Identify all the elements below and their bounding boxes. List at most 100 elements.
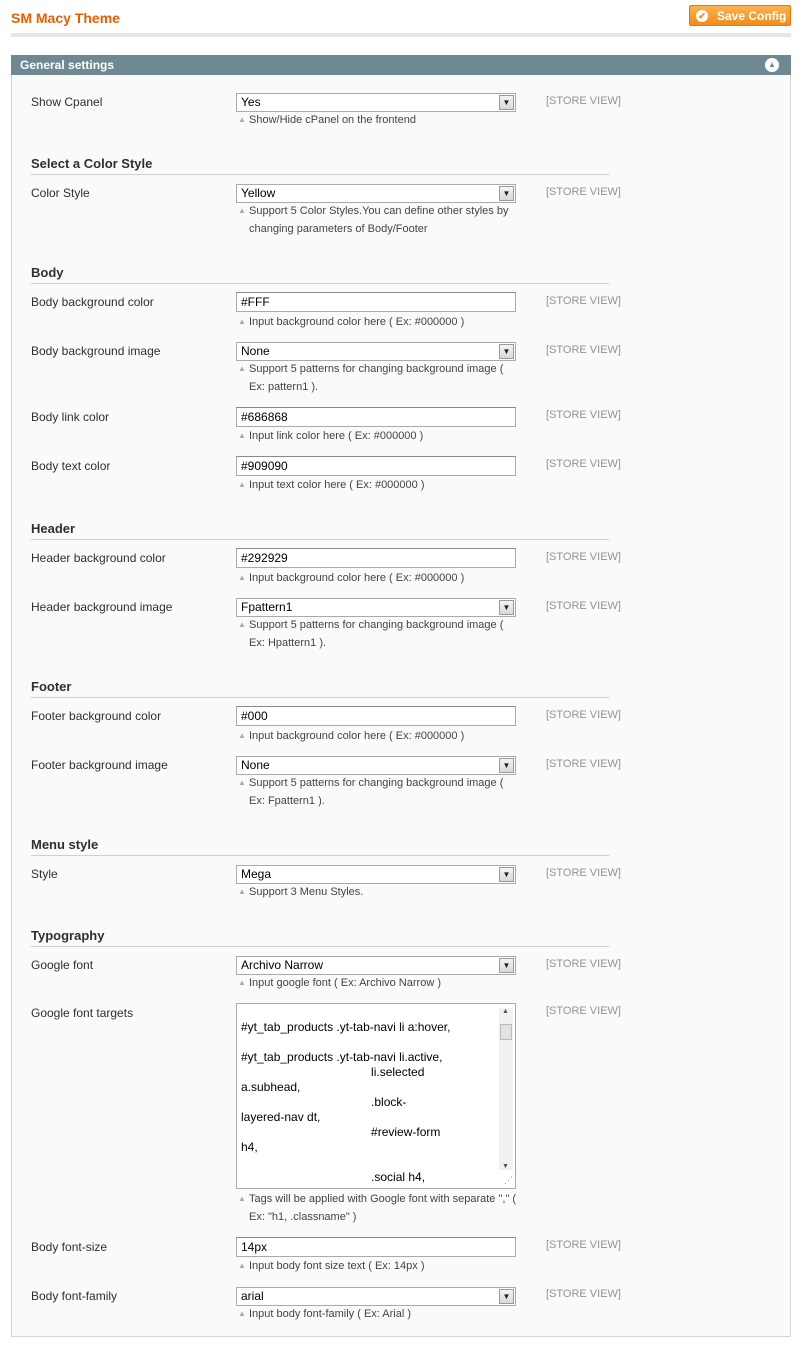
color-style-note: ▲ Support 5 Color Styles.You can define o… xyxy=(238,202,528,238)
scope-label: [STORE VIEW] xyxy=(546,95,621,107)
menu-style-value: Mega xyxy=(241,867,272,881)
scope-label: [STORE VIEW] xyxy=(546,186,621,198)
body-link-color-label: Body link color xyxy=(31,410,110,424)
scope-label: [STORE VIEW] xyxy=(546,551,621,563)
triangle-icon: ▲ xyxy=(238,731,246,740)
color-style-select[interactable]: Yellow ▼ xyxy=(236,184,516,203)
footer-bg-image-select[interactable]: None ▼ xyxy=(236,756,516,775)
triangle-icon: ▲ xyxy=(238,115,246,124)
google-font-targets-note: ▲ Tags will be applied with Google font w… xyxy=(238,1190,528,1226)
body-bg-color-label: Body background color xyxy=(31,295,154,309)
collapse-icon[interactable]: ▲ xyxy=(765,58,779,72)
scope-label: [STORE VIEW] xyxy=(546,958,621,970)
chevron-down-icon: ▼ xyxy=(499,867,514,882)
triangle-icon: ▲ xyxy=(238,778,246,787)
section-color-style: Select a Color Style xyxy=(31,156,609,175)
body-font-family-select[interactable]: arial ▼ xyxy=(236,1287,516,1306)
triangle-icon: ▲ xyxy=(238,887,246,896)
scope-label: [STORE VIEW] xyxy=(546,295,621,307)
scope-label: [STORE VIEW] xyxy=(546,1005,621,1017)
body-bg-image-select[interactable]: None ▼ xyxy=(236,342,516,361)
body-bg-image-value: None xyxy=(241,344,270,358)
title-divider xyxy=(11,33,791,37)
footer-bg-image-value: None xyxy=(241,758,270,772)
google-font-note: ▲ Input google font ( Ex: Archivo Narrow … xyxy=(238,974,528,992)
triangle-icon: ▲ xyxy=(238,480,246,489)
body-text-color-note: ▲ Input text color here ( Ex: #000000 ) xyxy=(238,476,528,494)
triangle-icon: ▲ xyxy=(238,317,246,326)
google-font-select[interactable]: Archivo Narrow ▼ xyxy=(236,956,516,975)
header-bg-color-label: Header background color xyxy=(31,551,166,565)
show-cpanel-label: Show Cpanel xyxy=(31,95,103,109)
scope-label: [STORE VIEW] xyxy=(546,600,621,612)
body-bg-color-input[interactable] xyxy=(236,292,516,312)
body-font-size-note: ▲ Input body font size text ( Ex: 14px ) xyxy=(238,1257,528,1275)
chevron-down-icon: ▼ xyxy=(499,758,514,773)
google-font-targets-textarea[interactable]: #yt_tab_products .yt-tab-navi li a:hover… xyxy=(236,1003,516,1189)
body-font-family-label: Body font-family xyxy=(31,1289,118,1303)
menu-style-select[interactable]: Mega ▼ xyxy=(236,865,516,884)
google-font-label: Google font xyxy=(31,958,94,972)
general-settings-header[interactable]: General settings ▲ xyxy=(11,55,791,75)
show-cpanel-select[interactable]: Yes ▼ xyxy=(236,93,516,112)
body-bg-image-note: ▲ Support 5 patterns for changing backgro… xyxy=(238,360,528,396)
menu-style-label: Style xyxy=(31,867,58,881)
section-footer: Footer xyxy=(31,679,609,698)
scope-label: [STORE VIEW] xyxy=(546,458,621,470)
resize-grip-icon[interactable]: ⋰ xyxy=(504,1175,513,1186)
save-config-label: Save Config xyxy=(717,8,787,23)
footer-bg-color-input[interactable] xyxy=(236,706,516,726)
section-menu-style: Menu style xyxy=(31,837,609,856)
header-bg-image-value: Fpattern1 xyxy=(241,600,293,614)
panel-title: General settings xyxy=(20,58,115,72)
section-header: Header xyxy=(31,521,609,540)
body-font-family-note: ▲ Input body font-family ( Ex: Arial ) xyxy=(238,1305,528,1323)
body-font-size-input[interactable] xyxy=(236,1237,516,1257)
body-text-color-label: Body text color xyxy=(31,459,111,473)
checkmark-icon: ✔ xyxy=(696,9,708,22)
google-font-value: Archivo Narrow xyxy=(241,958,324,972)
footer-bg-color-label: Footer background color xyxy=(31,709,162,723)
show-cpanel-note: ▲ Show/Hide cPanel on the frontend xyxy=(238,111,528,129)
scroll-up-icon[interactable]: ▲ xyxy=(502,1008,509,1015)
scrollbar-thumb[interactable] xyxy=(500,1024,512,1040)
body-bg-color-note: ▲ Input background color here ( Ex: #0000… xyxy=(238,313,528,331)
scroll-down-icon[interactable]: ▼ xyxy=(502,1163,509,1170)
scope-label: [STORE VIEW] xyxy=(546,867,621,879)
chevron-down-icon: ▼ xyxy=(499,600,514,615)
show-cpanel-value: Yes xyxy=(241,95,261,109)
footer-bg-image-label: Footer background image xyxy=(31,758,168,772)
scope-label: [STORE VIEW] xyxy=(546,409,621,421)
body-text-color-input[interactable] xyxy=(236,456,516,476)
body-font-size-label: Body font-size xyxy=(31,1240,108,1254)
scope-label: [STORE VIEW] xyxy=(546,344,621,356)
header-bg-color-input[interactable] xyxy=(236,548,516,568)
triangle-icon: ▲ xyxy=(238,206,246,215)
scope-label: [STORE VIEW] xyxy=(546,1239,621,1251)
scope-label: [STORE VIEW] xyxy=(546,709,621,721)
footer-bg-color-note: ▲ Input background color here ( Ex: #0000… xyxy=(238,727,528,745)
chevron-down-icon: ▼ xyxy=(499,1289,514,1304)
header-bg-color-note: ▲ Input background color here ( Ex: #0000… xyxy=(238,569,528,587)
chevron-down-icon: ▼ xyxy=(499,186,514,201)
triangle-icon: ▲ xyxy=(238,1194,246,1203)
triangle-icon: ▲ xyxy=(238,1261,246,1270)
page-title: SM Macy Theme xyxy=(11,10,120,26)
triangle-icon: ▲ xyxy=(238,573,246,582)
chevron-down-icon: ▼ xyxy=(499,958,514,973)
color-style-value: Yellow xyxy=(241,186,276,200)
triangle-icon: ▲ xyxy=(238,978,246,987)
google-font-targets-value: #yt_tab_products .yt-tab-navi li a:hover… xyxy=(241,1020,451,1184)
body-link-color-input[interactable] xyxy=(236,407,516,427)
color-style-label: Color Style xyxy=(31,186,90,200)
menu-style-note: ▲ Support 3 Menu Styles. xyxy=(238,883,528,901)
chevron-down-icon: ▼ xyxy=(499,95,514,110)
body-bg-image-label: Body background image xyxy=(31,344,161,358)
header-bg-image-select[interactable]: Fpattern1 ▼ xyxy=(236,598,516,617)
body-link-color-note: ▲ Input link color here ( Ex: #000000 ) xyxy=(238,427,528,445)
save-config-button[interactable]: ✔ Save Config xyxy=(689,5,791,26)
footer-bg-image-note: ▲ Support 5 patterns for changing backgro… xyxy=(238,774,528,810)
google-font-targets-label: Google font targets xyxy=(31,1006,134,1020)
scope-label: [STORE VIEW] xyxy=(546,1288,621,1300)
textarea-scrollbar[interactable]: ▲ ▼ xyxy=(499,1008,513,1170)
